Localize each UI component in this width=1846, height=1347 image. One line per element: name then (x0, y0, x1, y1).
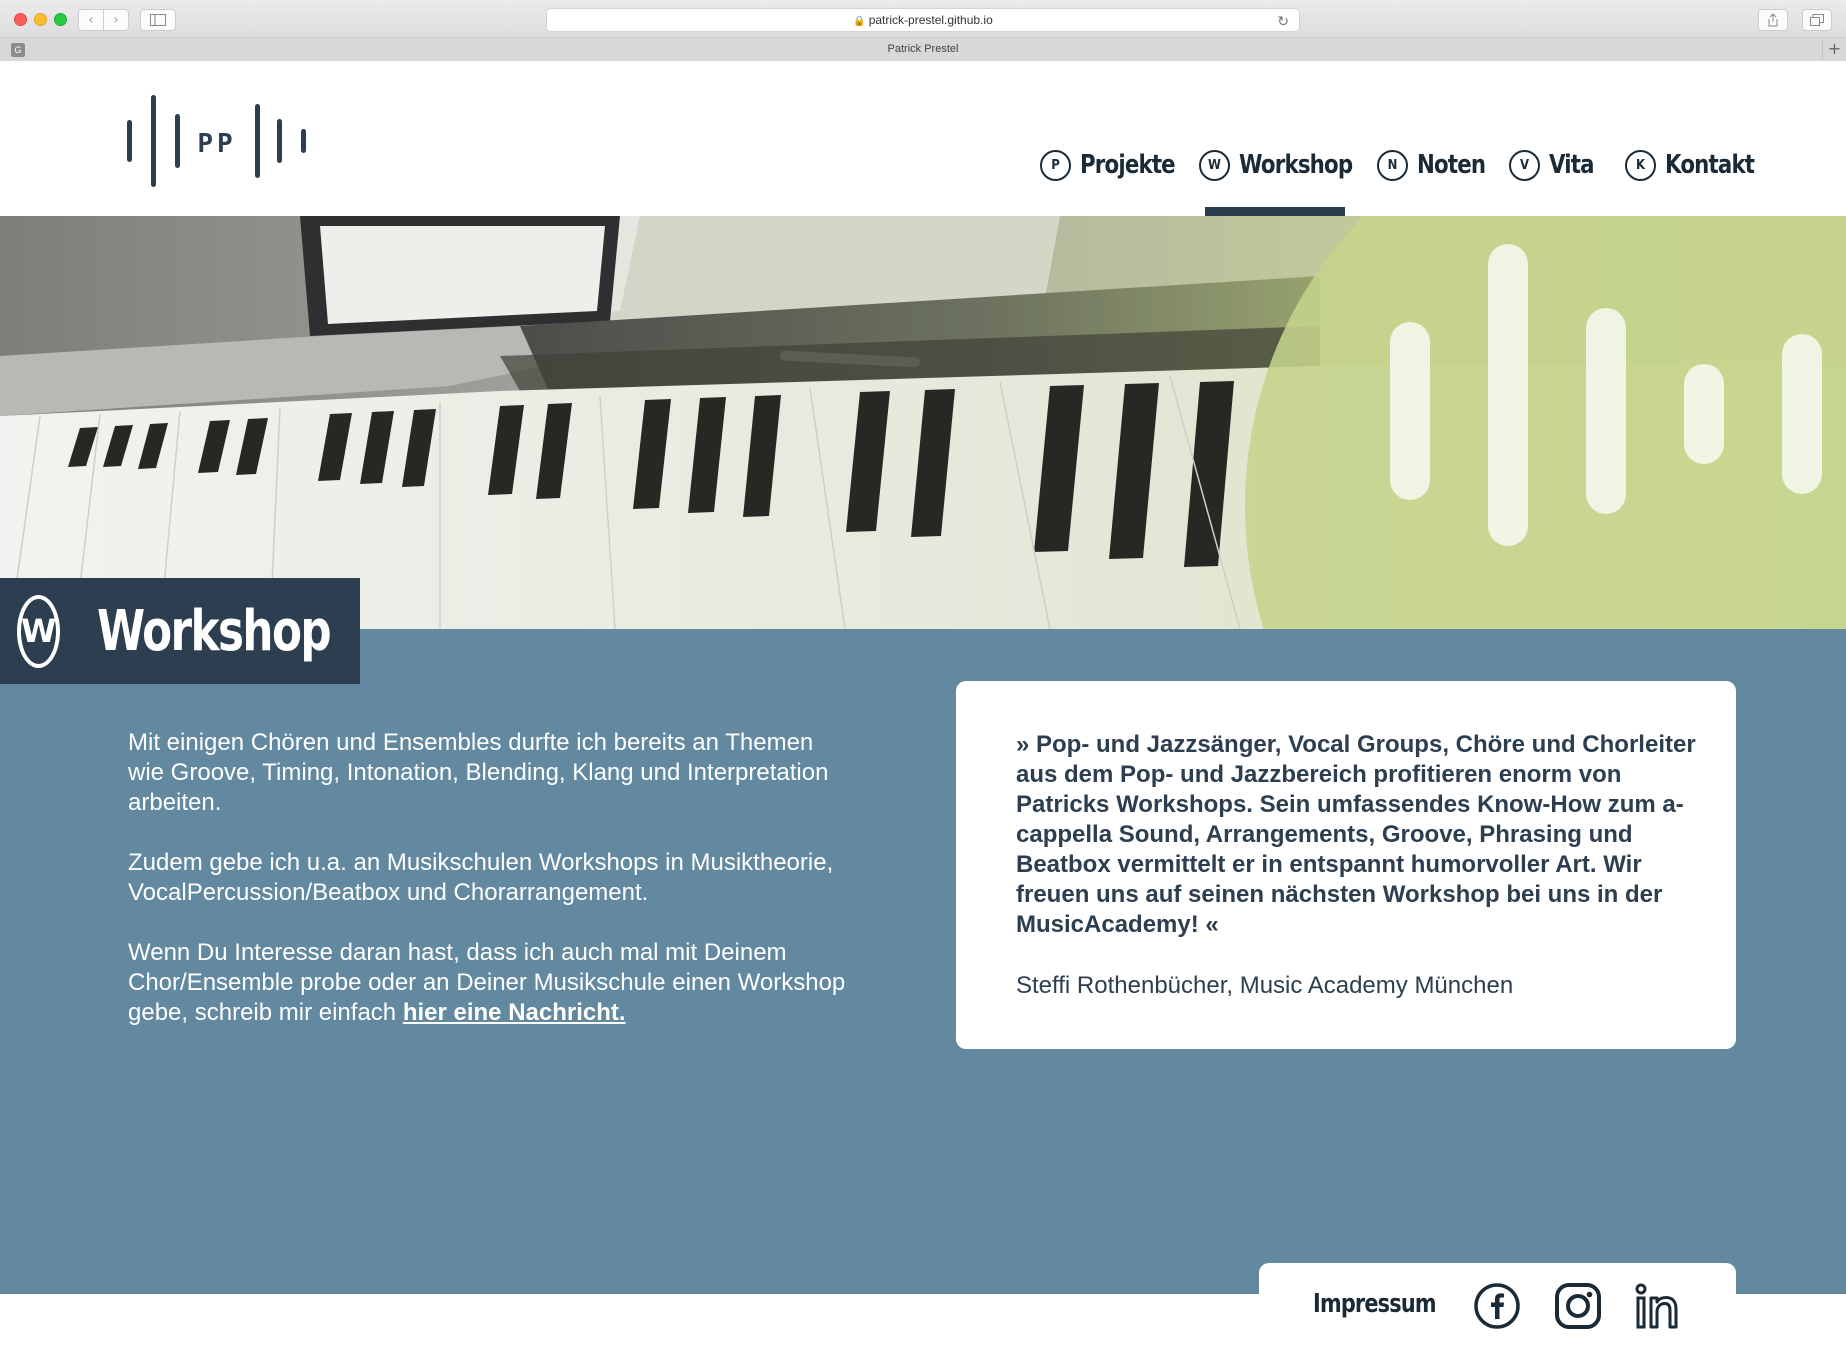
tab-title: Patrick Prestel (887, 43, 959, 55)
page-title: Workshop (97, 598, 332, 664)
nav-letter-w: W (1199, 149, 1230, 181)
browser-chrome: ‹ › 🔒 patrick-prestel.github.io ↻ Patrick… (0, 0, 1846, 61)
nav-active-indicator (1205, 207, 1345, 216)
facebook-icon[interactable] (1472, 1281, 1522, 1331)
window-minimize-button[interactable] (34, 13, 47, 26)
nav-label-kontakt: Kontakt (1665, 150, 1755, 180)
window-maximize-button[interactable] (54, 13, 67, 26)
contact-link[interactable]: hier eine Nachricht. (403, 999, 626, 1026)
nav-label-vita: Vita (1549, 150, 1595, 180)
nav-label-workshop: Workshop (1239, 150, 1353, 180)
testimonial-card: » Pop- und Jazzsänger, Vocal Groups, Chö… (956, 681, 1736, 1049)
url-text: patrick-prestel.github.io (868, 13, 993, 27)
chevron-right-icon: › (113, 12, 119, 28)
intro-paragraph-1: Mit einigen Chören und Ensembles durfte … (128, 729, 829, 816)
site-header: PP P Projekte W Workshop N Noten V Vita … (0, 61, 1846, 216)
share-icon (1768, 13, 1778, 27)
nav-item-kontakt[interactable]: K Kontakt (1625, 145, 1774, 185)
nav-letter-k: K (1625, 149, 1656, 181)
site-logo[interactable]: PP (127, 95, 309, 187)
lock-icon: 🔒 (853, 16, 866, 27)
nav-letter-n: N (1377, 149, 1408, 181)
forward-button[interactable]: › (103, 9, 129, 31)
hero-image (0, 216, 1846, 629)
footer-links: Impressum (1259, 1263, 1736, 1347)
testimonial-quote: » Pop- und Jazzsänger, Vocal Groups, Chö… (1016, 731, 1696, 938)
tab-favicon-icon: G (11, 43, 25, 57)
intro-paragraph-2: Zudem gebe ich u.a. an Musikschulen Work… (128, 849, 834, 906)
hero-accent-circle (1245, 216, 1846, 629)
logo-letters: PP (197, 129, 236, 159)
sidebar-toggle-button[interactable] (140, 9, 176, 31)
intro-text: Mit einigen Chören und Ensembles durfte … (128, 728, 848, 1058)
nav-label-projekte: Projekte (1080, 150, 1176, 180)
nav-letter-v: V (1509, 149, 1540, 181)
impressum-link[interactable]: Impressum (1313, 1289, 1437, 1319)
piano-illustration (0, 216, 1846, 629)
nav-letter-p: P (1040, 149, 1071, 181)
new-tab-button[interactable]: + (1822, 39, 1846, 60)
reload-icon[interactable]: ↻ (1277, 10, 1289, 32)
page-title-banner: W Workshop (0, 578, 360, 684)
nav-label-noten: Noten (1417, 150, 1486, 180)
nav-item-projekte[interactable]: P Projekte (1040, 145, 1196, 185)
show-tabs-button[interactable] (1802, 9, 1832, 31)
back-button[interactable]: ‹ (78, 9, 104, 31)
chevron-left-icon: ‹ (88, 12, 94, 28)
instagram-icon[interactable] (1553, 1281, 1603, 1331)
nav-item-vita[interactable]: V Vita (1509, 145, 1604, 185)
nav-item-noten[interactable]: N Noten (1377, 145, 1500, 185)
sidebar-icon (150, 14, 166, 26)
share-button[interactable] (1758, 9, 1788, 31)
testimonial-author: Steffi Rothenbücher, Music Academy Münch… (1016, 972, 1514, 999)
page-title-letter: W (17, 594, 61, 668)
workshop-section: Mit einigen Chören und Ensembles durfte … (0, 629, 1846, 1294)
active-tab[interactable]: Patrick Prestel (0, 38, 1846, 61)
tabs-icon (1810, 14, 1824, 26)
intro-paragraph-3: Wenn Du Interesse daran hast, dass ich a… (128, 938, 848, 1028)
address-bar[interactable]: 🔒 patrick-prestel.github.io ↻ (546, 8, 1300, 32)
tab-bar: Patrick Prestel G + (0, 38, 1846, 61)
linkedin-icon[interactable] (1634, 1281, 1684, 1331)
window-close-button[interactable] (14, 13, 27, 26)
browser-toolbar: ‹ › 🔒 patrick-prestel.github.io ↻ (0, 0, 1846, 38)
nav-item-workshop[interactable]: W Workshop (1199, 145, 1377, 185)
